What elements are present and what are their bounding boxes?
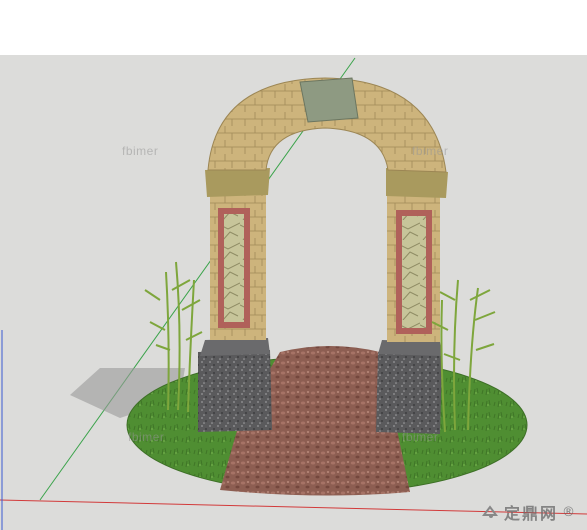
brand-suffix: ® <box>562 504 575 520</box>
watermark-top-left: fbimer <box>122 144 159 158</box>
scene-canvas <box>0 0 587 530</box>
left-granite-base <box>198 350 272 432</box>
watermark-top-right: fbimer <box>412 144 449 158</box>
top-band <box>0 0 587 55</box>
brand-logo-icon <box>481 505 498 518</box>
right-granite-base <box>376 352 442 434</box>
brand-watermark: 定鼎网 ® <box>481 500 575 524</box>
watermark-bottom-left: fbimer <box>128 430 165 444</box>
keystone <box>299 77 359 123</box>
model-viewport[interactable]: fbimer fbimer fbimer fbimer 定鼎网 ® <box>0 0 587 530</box>
brand-text: 定鼎网 <box>503 504 558 523</box>
watermark-bottom-right: fbimer <box>402 430 439 444</box>
